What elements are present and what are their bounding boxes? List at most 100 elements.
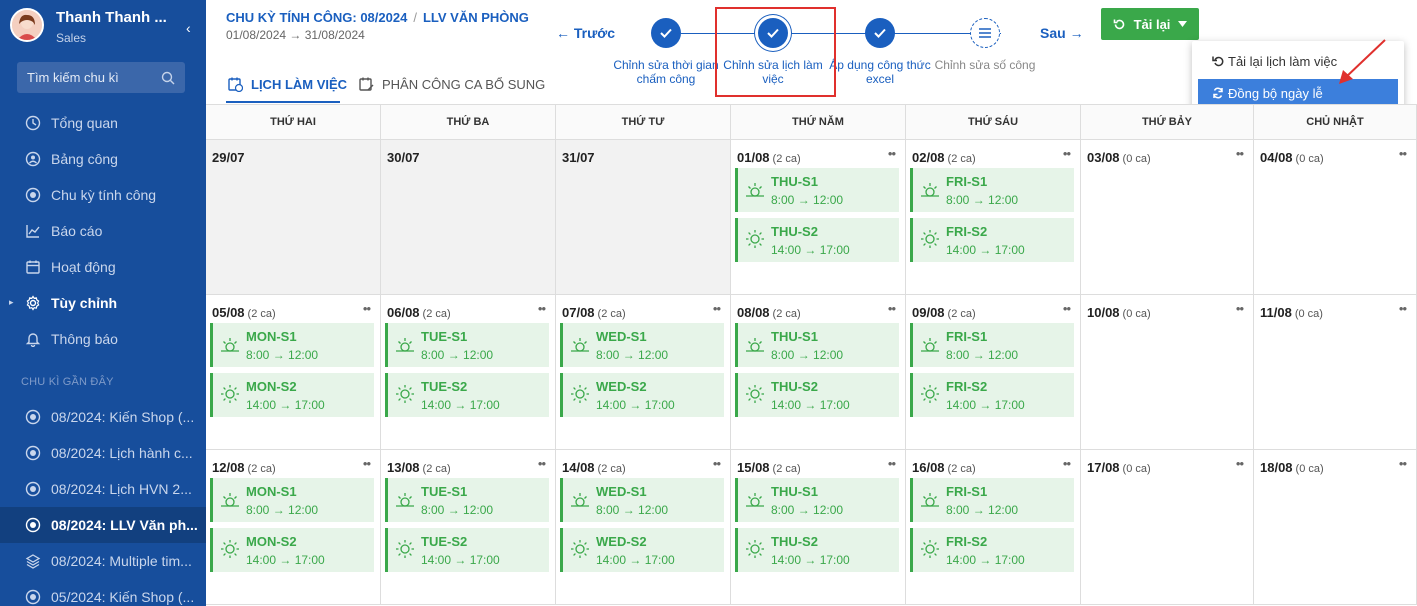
more-options-icon[interactable]: •• bbox=[1399, 146, 1407, 161]
shift-card[interactable]: MON-S1 8:00 → 12:00 bbox=[210, 323, 374, 367]
shift-card[interactable]: FRI-S1 8:00 → 12:00 bbox=[910, 478, 1074, 522]
breadcrumb-cycle[interactable]: CHU KỲ TÍNH CÔNG: 08/2024 bbox=[226, 10, 407, 25]
shift-card[interactable]: WED-S2 14:00 → 17:00 bbox=[560, 373, 724, 417]
day-cell[interactable]: 05/08 (2 ca) •• MON-S1 8:00 → 12:00 MON-S2 14:… bbox=[206, 295, 381, 450]
day-cell[interactable]: 09/08 (2 ca) •• FRI-S1 8:00 → 12:00 FRI-S2 14:… bbox=[906, 295, 1081, 450]
tab-work-schedule[interactable]: LỊCH LÀM VIỆC bbox=[228, 77, 347, 92]
step-4-list-icon[interactable] bbox=[970, 18, 1000, 48]
day-header: 16/08 (2 ca) bbox=[912, 460, 976, 475]
shift-card[interactable]: TUE-S1 8:00 → 12:00 bbox=[385, 478, 549, 522]
more-options-icon[interactable]: •• bbox=[363, 301, 371, 316]
more-options-icon[interactable]: •• bbox=[538, 301, 546, 316]
user-role: Sales bbox=[56, 31, 87, 45]
more-options-icon[interactable]: •• bbox=[713, 301, 721, 316]
shift-card[interactable]: THU-S1 8:00 → 12:00 bbox=[735, 323, 899, 367]
sidebar-item-notifications[interactable]: Thông báo bbox=[0, 321, 206, 357]
shift-time: 14:00 → 17:00 bbox=[246, 553, 325, 567]
day-cell[interactable]: 12/08 (2 ca) •• MON-S1 8:00 → 12:00 MON-S2 14:… bbox=[206, 450, 381, 605]
more-options-icon[interactable]: •• bbox=[1063, 456, 1071, 471]
recent-cycle-item[interactable]: 08/2024: Lịch hành c... bbox=[0, 435, 206, 471]
shift-card[interactable]: MON-S2 14:00 → 17:00 bbox=[210, 528, 374, 572]
day-header: 13/08 (2 ca) bbox=[387, 460, 451, 475]
shift-card[interactable]: THU-S2 14:00 → 17:00 bbox=[735, 528, 899, 572]
shift-card[interactable]: TUE-S2 14:00 → 17:00 bbox=[385, 528, 549, 572]
search-input[interactable]: Tìm kiếm chu kì bbox=[17, 62, 185, 93]
shift-card[interactable]: FRI-S2 14:00 → 17:00 bbox=[910, 218, 1074, 262]
shift-card[interactable]: TUE-S2 14:00 → 17:00 bbox=[385, 373, 549, 417]
more-options-icon[interactable]: •• bbox=[1063, 301, 1071, 316]
day-cell[interactable]: 30/07 bbox=[381, 140, 556, 295]
step-3-label[interactable]: Áp dụng công thức excel bbox=[825, 58, 935, 86]
shift-card[interactable]: TUE-S1 8:00 → 12:00 bbox=[385, 323, 549, 367]
recent-cycle-item[interactable]: 05/2024: Kiến Shop (... bbox=[0, 579, 206, 606]
recent-cycle-item[interactable]: 08/2024: Multiple tim... bbox=[0, 543, 206, 579]
collapse-sidebar-icon[interactable]: ‹ bbox=[186, 20, 191, 36]
day-cell[interactable]: 02/08 (2 ca) •• FRI-S1 8:00 → 12:00 FRI-S2 14:… bbox=[906, 140, 1081, 295]
day-cell[interactable]: 07/08 (2 ca) •• WED-S1 8:00 → 12:00 WED-S2 14:… bbox=[556, 295, 731, 450]
recent-cycle-item-active[interactable]: 08/2024: LLV Văn ph... bbox=[0, 507, 206, 543]
day-cell[interactable]: 29/07 bbox=[206, 140, 381, 295]
sidebar-item-overview[interactable]: Tổng quan bbox=[0, 105, 206, 141]
more-options-icon[interactable]: •• bbox=[888, 456, 896, 471]
shift-card[interactable]: FRI-S2 14:00 → 17:00 bbox=[910, 528, 1074, 572]
shift-count: (0 ca) bbox=[1295, 153, 1324, 165]
step-3-check-icon[interactable] bbox=[865, 18, 895, 48]
shift-card[interactable]: THU-S2 14:00 → 17:00 bbox=[735, 373, 899, 417]
more-options-icon[interactable]: •• bbox=[888, 146, 896, 161]
more-options-icon[interactable]: •• bbox=[1236, 301, 1244, 316]
more-options-icon[interactable]: •• bbox=[888, 301, 896, 316]
more-options-icon[interactable]: •• bbox=[1399, 456, 1407, 471]
more-options-icon[interactable]: •• bbox=[1063, 146, 1071, 161]
more-options-icon[interactable]: •• bbox=[1236, 456, 1244, 471]
recent-cycle-item[interactable]: 08/2024: Kiến Shop (... bbox=[0, 399, 206, 435]
day-cell[interactable]: 06/08 (2 ca) •• TUE-S1 8:00 → 12:00 TUE-S2 14:… bbox=[381, 295, 556, 450]
sidebar-item-settings[interactable]: Tùy chỉnh bbox=[0, 285, 206, 321]
next-button[interactable]: Sau → bbox=[1040, 25, 1084, 41]
step-4-label[interactable]: Chỉnh sửa số công bbox=[930, 58, 1040, 72]
day-cell[interactable]: 15/08 (2 ca) •• THU-S1 8:00 → 12:00 THU-S2 14:… bbox=[731, 450, 906, 605]
sidebar-item-timesheet[interactable]: Bảng công bbox=[0, 141, 206, 177]
step-1-check-icon[interactable] bbox=[651, 18, 681, 48]
shift-card[interactable]: THU-S1 8:00 → 12:00 bbox=[735, 168, 899, 212]
day-cell[interactable]: 14/08 (2 ca) •• WED-S1 8:00 → 12:00 WED-S2 14:… bbox=[556, 450, 731, 605]
day-cell[interactable]: 17/08 (0 ca) •• bbox=[1081, 450, 1254, 605]
recent-cycle-item[interactable]: 08/2024: Lịch HVN 2... bbox=[0, 471, 206, 507]
day-cell[interactable]: 11/08 (0 ca) •• bbox=[1254, 295, 1417, 450]
reload-button[interactable]: Tải lại bbox=[1101, 8, 1199, 40]
user-profile[interactable]: Thanh Thanh ... Sales ‹ bbox=[10, 8, 200, 45]
shift-card[interactable]: FRI-S2 14:00 → 17:00 bbox=[910, 373, 1074, 417]
more-options-icon[interactable]: •• bbox=[713, 456, 721, 471]
shift-card[interactable]: WED-S1 8:00 → 12:00 bbox=[560, 478, 724, 522]
day-cell[interactable]: 10/08 (0 ca) •• bbox=[1081, 295, 1254, 450]
tab-additional-shifts[interactable]: PHÂN CÔNG CA BỔ SUNG bbox=[359, 77, 545, 92]
sidebar-item-activity[interactable]: Hoạt động bbox=[0, 249, 206, 285]
day-cell[interactable]: 01/08 (2 ca) •• THU-S1 8:00 → 12:00 THU-S2 14:… bbox=[731, 140, 906, 295]
step-1-label[interactable]: Chỉnh sửa thời gian chấm công bbox=[611, 58, 721, 86]
shift-card[interactable]: WED-S1 8:00 → 12:00 bbox=[560, 323, 724, 367]
day-cell[interactable]: 18/08 (0 ca) •• bbox=[1254, 450, 1417, 605]
day-cell[interactable]: 16/08 (2 ca) •• FRI-S1 8:00 → 12:00 FRI-S2 14:… bbox=[906, 450, 1081, 605]
more-options-icon[interactable]: •• bbox=[1399, 301, 1407, 316]
shift-card[interactable]: THU-S2 14:00 → 17:00 bbox=[735, 218, 899, 262]
shift-card[interactable]: WED-S2 14:00 → 17:00 bbox=[560, 528, 724, 572]
sun-icon bbox=[921, 493, 939, 507]
day-cell[interactable]: 04/08 (0 ca) •• bbox=[1254, 140, 1417, 295]
shift-card[interactable]: FRI-S1 8:00 → 12:00 bbox=[910, 323, 1074, 367]
day-cell[interactable]: 13/08 (2 ca) •• TUE-S1 8:00 → 12:00 TUE-S2 14:… bbox=[381, 450, 556, 605]
shift-card[interactable]: THU-S1 8:00 → 12:00 bbox=[735, 478, 899, 522]
more-options-icon[interactable]: •• bbox=[363, 456, 371, 471]
previous-button[interactable]: ← Trước bbox=[556, 25, 615, 41]
more-options-icon[interactable]: •• bbox=[538, 456, 546, 471]
day-header: 04/08 (0 ca) bbox=[1260, 150, 1324, 165]
day-cell[interactable]: 08/08 (2 ca) •• THU-S1 8:00 → 12:00 THU-S2 14:… bbox=[731, 295, 906, 450]
shift-card[interactable]: FRI-S1 8:00 → 12:00 bbox=[910, 168, 1074, 212]
sun-icon bbox=[571, 493, 589, 507]
more-options-icon[interactable]: •• bbox=[1236, 146, 1244, 161]
shift-card[interactable]: MON-S2 14:00 → 17:00 bbox=[210, 373, 374, 417]
sidebar-item-cycle[interactable]: Chu kỳ tính công bbox=[0, 177, 206, 213]
day-cell[interactable]: 03/08 (0 ca) •• bbox=[1081, 140, 1254, 295]
shift-card[interactable]: MON-S1 8:00 → 12:00 bbox=[210, 478, 374, 522]
shift-time: 8:00 → 12:00 bbox=[246, 348, 319, 362]
day-cell[interactable]: 31/07 bbox=[556, 140, 731, 295]
sidebar-item-reports[interactable]: Báo cáo bbox=[0, 213, 206, 249]
